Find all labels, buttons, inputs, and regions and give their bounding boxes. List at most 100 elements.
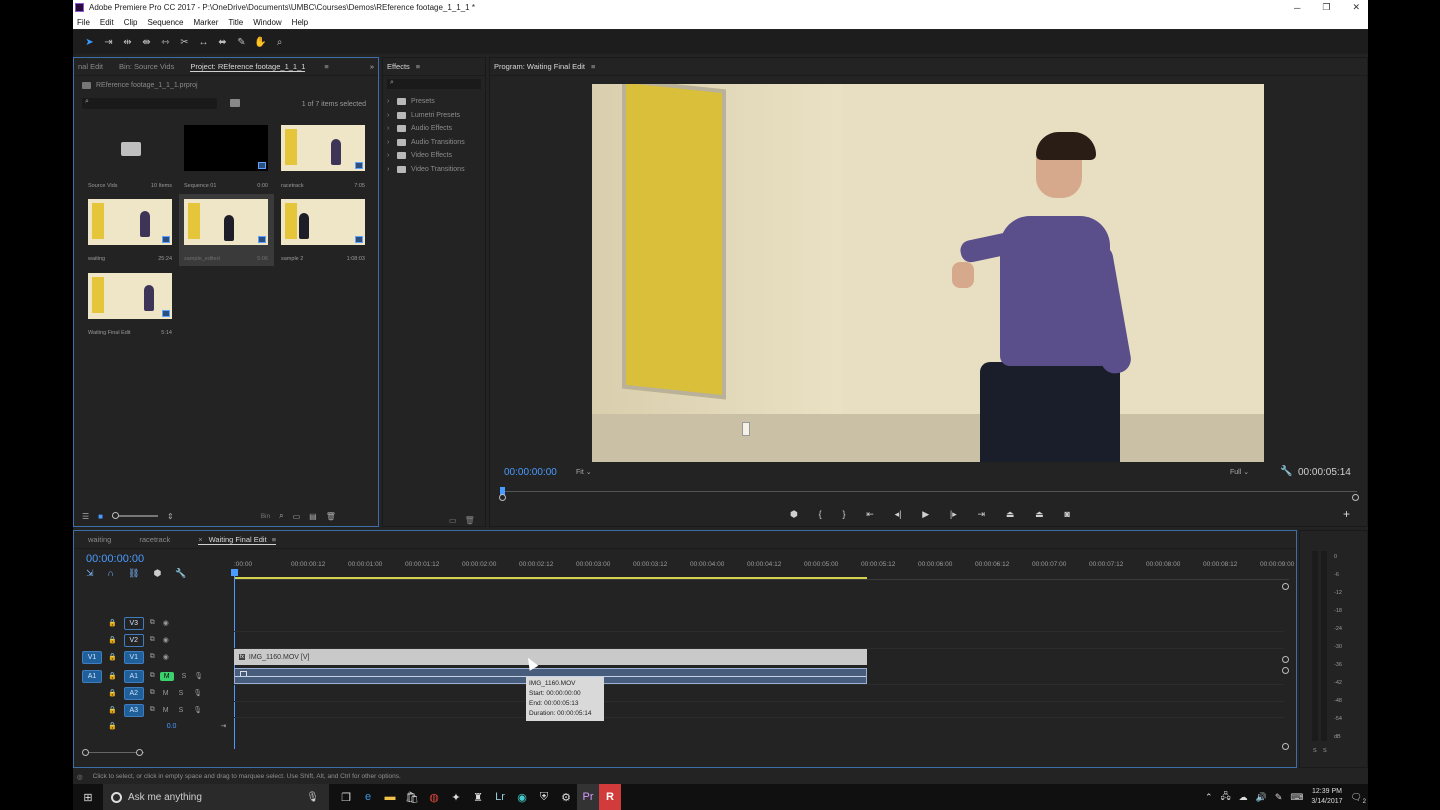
edge-icon[interactable]: e <box>357 784 379 810</box>
tab-bin-source-vids[interactable]: Bin: Source Vids <box>119 62 174 71</box>
effects-search-input[interactable]: ⌕ <box>387 79 481 89</box>
sync-lock-icon[interactable]: ⧉ <box>150 672 155 680</box>
add-marker-icon[interactable]: ⬢ <box>153 568 161 579</box>
go-to-out-icon[interactable]: ⇥ <box>978 509 986 520</box>
audio-scroll-handle[interactable] <box>1282 667 1289 674</box>
effects-item-audio-effects[interactable]: › Audio Effects <box>383 122 485 136</box>
close-button[interactable]: ✕ <box>1352 2 1360 13</box>
panel-menu-icon[interactable]: ≡ <box>272 535 276 544</box>
menu-window[interactable]: Window <box>253 18 281 27</box>
rate-stretch-tool-icon[interactable]: ⇿ <box>159 36 172 49</box>
timeline-playhead-handle[interactable] <box>231 569 238 576</box>
menu-sequence[interactable]: Sequence <box>147 18 183 27</box>
new-bin-icon[interactable]: ▭ <box>293 512 301 521</box>
vertical-zoom-handle[interactable] <box>1282 583 1289 590</box>
volume-icon[interactable]: 🔊 <box>1256 792 1267 803</box>
track-target-v1[interactable]: V1 <box>123 650 144 664</box>
razor-tool-icon[interactable]: ✂ <box>178 36 191 49</box>
tab-waiting[interactable]: waiting <box>88 535 111 544</box>
export-frame-icon[interactable]: ◙ <box>1064 509 1069 519</box>
lift-icon[interactable]: ⏏ <box>1006 509 1015 520</box>
lock-icon[interactable]: 🔒 <box>108 619 117 627</box>
panel-menu-icon[interactable]: ≡ <box>591 62 595 71</box>
zoom-tool-icon[interactable]: ⌕ <box>273 36 286 49</box>
source-patch-a1[interactable]: A1 <box>82 669 102 683</box>
source-patch-v1[interactable]: V1 <box>82 650 102 664</box>
project-search-input[interactable]: ⌕ <box>82 98 217 109</box>
effects-title[interactable]: Effects <box>387 62 410 71</box>
track-target-v2[interactable]: V2 <box>123 633 144 647</box>
eye-icon[interactable]: ◉ <box>163 636 169 644</box>
new-item-icon[interactable]: ▤ <box>309 512 317 521</box>
minimize-button[interactable]: ─ <box>1294 3 1300 13</box>
panel-menu-icon[interactable]: ≡ <box>416 62 420 71</box>
selection-tool-icon[interactable]: ➤ <box>83 36 96 49</box>
linked-selection-icon[interactable]: ⛓ <box>128 568 139 579</box>
ripple-edit-tool-icon[interactable]: ⇹ <box>121 36 134 49</box>
track-target-a3[interactable]: A3 <box>123 703 144 717</box>
sync-lock-icon[interactable]: ⧉ <box>150 706 155 714</box>
extract-icon[interactable]: ⏏ <box>1035 509 1044 520</box>
play-icon[interactable]: ▶ <box>922 509 929 520</box>
add-marker-icon[interactable]: ⬢ <box>790 509 798 520</box>
list-view-icon[interactable]: ☰ <box>82 512 89 521</box>
find-icon[interactable]: ⌕ <box>279 511 283 521</box>
menu-marker[interactable]: Marker <box>194 18 219 27</box>
video-scroll-handle[interactable] <box>1282 656 1289 663</box>
sort-icon[interactable]: ⇕ <box>167 512 174 521</box>
mic-icon[interactable]: 🎙 <box>193 706 202 714</box>
mic-icon[interactable]: 🎙 <box>193 689 202 697</box>
mute-button-a2[interactable]: M <box>163 690 169 697</box>
app-icon[interactable]: ♜ <box>467 784 489 810</box>
maximize-button[interactable]: ❐ <box>1322 2 1330 13</box>
hand-tool-icon[interactable]: ✋ <box>254 36 267 49</box>
lock-icon[interactable]: 🔒 <box>108 706 117 714</box>
tab-waiting-final-edit[interactable]: × Waiting Final Edit ≡ <box>198 535 277 545</box>
effects-item-video-effects[interactable]: › Video Effects <box>383 149 485 163</box>
rolling-edit-tool-icon[interactable]: ⇼ <box>140 36 153 49</box>
panel-menu-icon[interactable]: ≡ <box>324 62 328 71</box>
bin-thumbnail[interactable] <box>88 125 172 171</box>
menu-clip[interactable]: Clip <box>124 18 138 27</box>
app-icon[interactable]: ✦ <box>445 784 467 810</box>
effects-item-lumetri-presets[interactable]: › Lumetri Presets <box>383 109 485 123</box>
quality-dropdown[interactable]: Full ⌄ <box>1230 468 1249 476</box>
mic-icon[interactable]: 🎙 <box>194 672 203 680</box>
tab-project[interactable]: Project: REference footage_1_1_1 <box>190 62 306 72</box>
settings-gear-icon[interactable]: ⚙ <box>555 784 577 810</box>
menu-title[interactable]: Title <box>228 18 243 27</box>
sync-lock-icon[interactable]: ⧉ <box>150 636 155 644</box>
track-target-a1[interactable]: A1 <box>123 669 144 683</box>
clear-icon[interactable]: 🗑 <box>326 512 336 521</box>
sync-lock-icon[interactable]: ⧉ <box>150 689 155 697</box>
clip-thumbnail[interactable] <box>88 273 172 319</box>
slide-tool-icon[interactable]: ⬌ <box>216 36 229 49</box>
eye-icon[interactable]: ◉ <box>163 619 169 627</box>
chrome-icon[interactable]: ◍ <box>423 784 445 810</box>
start-button-icon[interactable]: ⊞ <box>73 784 103 810</box>
solo-button-a1[interactable]: S <box>182 673 187 680</box>
store-icon[interactable]: 🛍 <box>401 784 423 810</box>
solo-button-a3[interactable]: S <box>179 707 184 714</box>
app-icon[interactable]: ⛨ <box>533 784 555 810</box>
slip-tool-icon[interactable]: ↔ <box>197 36 210 49</box>
sync-lock-icon[interactable]: ⧉ <box>150 619 155 627</box>
meter-solo-right[interactable]: S <box>1323 748 1327 754</box>
zoom-slider[interactable] <box>112 512 159 519</box>
clip-thumbnail[interactable] <box>88 199 172 245</box>
app-icon[interactable]: ◉ <box>511 784 533 810</box>
eye-icon[interactable]: ◉ <box>163 653 169 661</box>
track-select-tool-icon[interactable]: ⇥ <box>102 36 115 49</box>
zoom-end-handle[interactable] <box>1352 494 1359 501</box>
go-to-end-icon[interactable]: ⇥ <box>220 722 226 730</box>
program-current-timecode[interactable]: 00:00:00:00 <box>504 467 557 478</box>
lock-icon[interactable]: 🔒 <box>108 653 117 661</box>
clip-thumbnail-selected[interactable] <box>184 199 268 245</box>
horizontal-zoom-scrollbar[interactable] <box>82 749 144 757</box>
delete-effect-icon[interactable]: 🗑 <box>465 516 475 525</box>
menu-help[interactable]: Help <box>292 18 308 27</box>
menu-edit[interactable]: Edit <box>100 18 114 27</box>
clock[interactable]: 12:39 PM 3/14/2017 <box>1311 787 1342 807</box>
lock-icon[interactable]: 🔒 <box>108 636 117 644</box>
timeline-settings-icon[interactable]: 🔧 <box>175 568 186 579</box>
